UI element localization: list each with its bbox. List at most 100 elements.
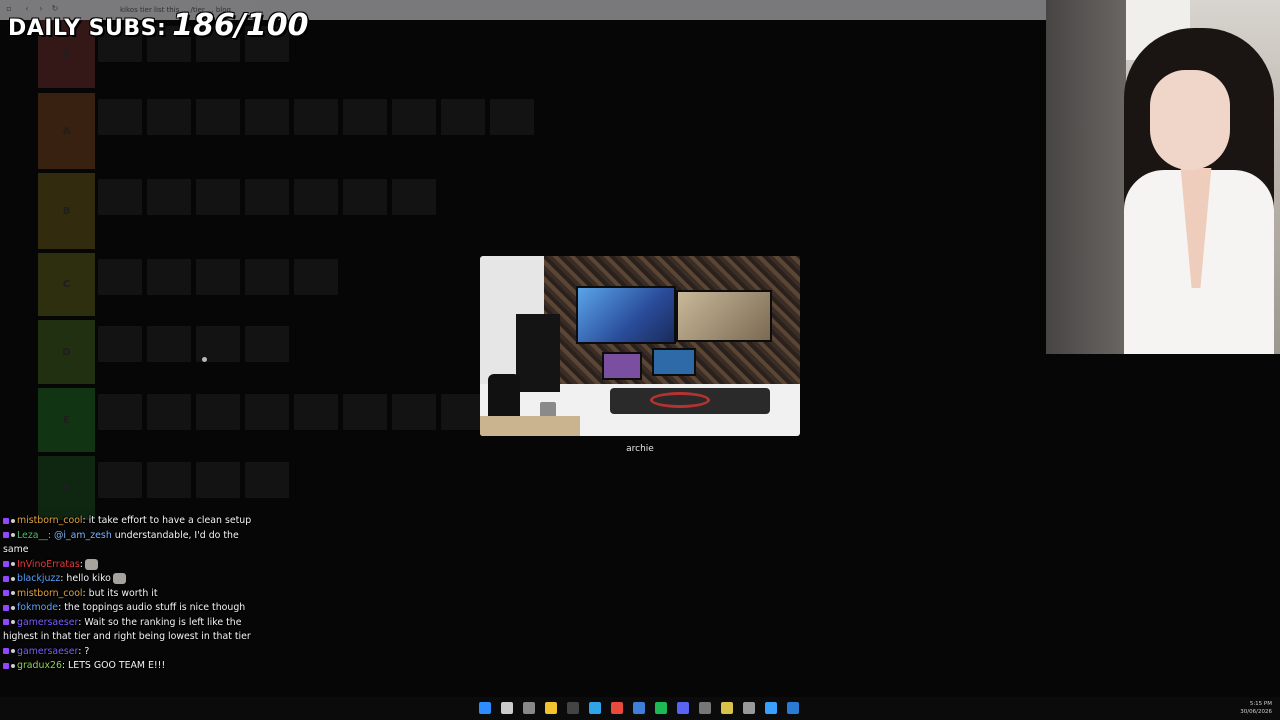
tier-thumbnail[interactable]: [98, 326, 142, 362]
daily-subs-value: 186/100: [172, 8, 309, 43]
sub-badge-icon: [3, 532, 9, 538]
badge-icon: [11, 620, 15, 624]
taskbar-clock[interactable]: 5:15 PM 30/06/2026: [1240, 700, 1272, 716]
search-icon[interactable]: [501, 702, 513, 714]
tier-thumbnail[interactable]: [147, 394, 191, 430]
tier-thumbnail[interactable]: [294, 259, 338, 295]
badge-icon: [11, 605, 15, 610]
chat-text: : LETS GOO TEAM E!!!: [61, 660, 166, 671]
notes-icon[interactable]: [633, 702, 645, 714]
chat-mention: : @i_am_zesh: [47, 529, 112, 541]
tier-thumbnail[interactable]: [294, 394, 338, 430]
tier-thumbnail[interactable]: [196, 99, 240, 135]
tier-thumbnail[interactable]: [490, 99, 534, 135]
chat-username[interactable]: InVinoErratas: [17, 559, 80, 570]
tier-thumbnail[interactable]: [294, 179, 338, 215]
sub-badge-icon: [3, 648, 9, 654]
tier-thumbnail[interactable]: [392, 394, 436, 430]
obs-icon[interactable]: [567, 702, 579, 714]
tier-thumbnail[interactable]: [245, 179, 289, 215]
tier-items: [98, 326, 289, 362]
pc-tower: [516, 314, 560, 392]
tier-label: F: [38, 456, 95, 520]
tier-items: [98, 259, 338, 295]
tier-thumbnail[interactable]: [98, 259, 142, 295]
tier-thumbnail[interactable]: [245, 259, 289, 295]
daily-subs-counter: DAILY SUBS: 186/100: [8, 8, 309, 43]
tier-thumbnail[interactable]: [441, 394, 485, 430]
sub-badge-icon: [3, 604, 9, 611]
clock-date: 30/06/2026: [1240, 709, 1272, 715]
chat-message: InVinoErratas:: [0, 558, 262, 573]
tier-thumbnail[interactable]: [343, 394, 387, 430]
chat-username[interactable]: gradux26: [17, 660, 62, 671]
tier-thumbnail[interactable]: [343, 179, 387, 215]
tier-thumbnail[interactable]: [147, 462, 191, 498]
tier-thumbnail[interactable]: [392, 179, 436, 215]
chat-message: gamersaeser: Wait so the ranking is left…: [0, 616, 262, 645]
tier-row: F: [38, 456, 598, 520]
emote-icon: [112, 573, 126, 584]
chat-username[interactable]: blackjuzz: [17, 573, 60, 584]
sub-badge-icon: [3, 662, 9, 669]
small-screen-right: [652, 348, 696, 376]
tier-thumbnail[interactable]: [441, 99, 485, 135]
tier-thumbnail[interactable]: [392, 99, 436, 135]
windows-start-icon[interactable]: [479, 702, 491, 714]
windows-taskbar: 5:15 PM 30/06/2026: [0, 697, 1280, 720]
tier-thumbnail[interactable]: [147, 326, 191, 362]
tier-thumbnail[interactable]: [343, 99, 387, 135]
chrome-icon[interactable]: [611, 702, 623, 714]
daily-subs-label: DAILY SUBS:: [8, 16, 167, 41]
tier-thumbnail[interactable]: [147, 259, 191, 295]
browser-icon[interactable]: [765, 702, 777, 714]
chat-text: : ?: [78, 645, 90, 657]
chat-username[interactable]: gamersaeser: [17, 646, 78, 657]
tier-items: [98, 394, 485, 430]
tier-thumbnail[interactable]: [98, 179, 142, 215]
monitor-secondary: [676, 290, 772, 342]
chat-username[interactable]: gamersaeser: [17, 617, 78, 628]
chat-username[interactable]: Leza__: [17, 530, 48, 541]
discord-icon[interactable]: [677, 702, 689, 714]
desk-mat-art: [650, 392, 710, 408]
tier-thumbnail[interactable]: [196, 179, 240, 215]
folder-icon[interactable]: [545, 702, 557, 714]
chat-message: Leza__: @i_am_zesh understandable, I'd d…: [0, 529, 262, 558]
sub-badge-icon: [3, 575, 9, 582]
tier-thumbnail[interactable]: [196, 394, 240, 430]
tier-thumbnail[interactable]: [245, 462, 289, 498]
tier-thumbnail[interactable]: [196, 462, 240, 498]
chat-text: : the toppings audio stuff is nice thoug…: [58, 602, 246, 613]
tier-row: A: [38, 93, 598, 169]
tier-thumbnail[interactable]: [147, 179, 191, 215]
edge-icon[interactable]: [589, 702, 601, 714]
tier-thumbnail[interactable]: [98, 462, 142, 498]
tier-thumbnail[interactable]: [98, 99, 142, 135]
chat-username[interactable]: mistborn_cool: [17, 588, 83, 599]
file-explorer-icon[interactable]: [523, 702, 535, 714]
tier-label: A: [38, 93, 95, 169]
app-icon[interactable]: [721, 702, 733, 714]
tier-row: B: [38, 173, 598, 249]
vscode-icon[interactable]: [787, 702, 799, 714]
tier-thumbnail[interactable]: [196, 259, 240, 295]
tier-thumbnail[interactable]: [98, 394, 142, 430]
badge-icon: [11, 533, 15, 537]
tier-label: B: [38, 173, 95, 249]
setup-image-preview[interactable]: [480, 256, 800, 436]
tier-thumbnail[interactable]: [245, 394, 289, 430]
terminal-icon[interactable]: [699, 702, 711, 714]
spotify-icon[interactable]: [655, 702, 667, 714]
tier-thumbnail[interactable]: [294, 99, 338, 135]
chat-message: fokmode: the toppings audio stuff is nic…: [0, 601, 262, 616]
tier-thumbnail[interactable]: [147, 99, 191, 135]
chat-text: :: [79, 558, 83, 570]
tier-thumbnail[interactable]: [245, 326, 289, 362]
tier-thumbnail[interactable]: [245, 99, 289, 135]
settings-icon[interactable]: [743, 702, 755, 714]
chat-username[interactable]: mistborn_cool: [17, 515, 83, 526]
tier-label: C: [38, 253, 95, 316]
chat-username[interactable]: fokmode: [17, 602, 58, 613]
badge-icon: [11, 663, 15, 668]
